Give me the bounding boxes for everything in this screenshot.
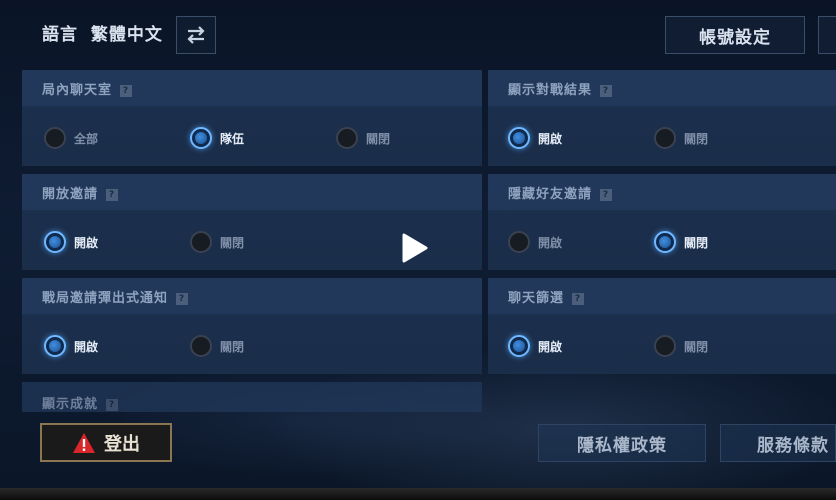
panel-title: 隱藏好友邀請?: [508, 183, 613, 202]
panel-title: 開放邀請?: [42, 183, 119, 202]
panel-show-match-result: 顯示對戰結果? 開啟 關閉: [488, 70, 836, 166]
swap-arrows-icon: [187, 26, 205, 44]
radio-button-selected[interactable]: [508, 335, 530, 357]
bottom-bar: [0, 488, 836, 500]
privacy-policy-button[interactable]: 隱私權政策: [538, 424, 706, 462]
radio-button-selected[interactable]: [190, 127, 212, 149]
terms-of-service-button[interactable]: 服務條款: [720, 424, 836, 462]
edge-button[interactable]: [818, 16, 836, 54]
language-switch-button[interactable]: [176, 16, 216, 54]
radio-button[interactable]: [190, 231, 212, 253]
panel-title-text: 顯示成就: [42, 397, 99, 412]
radio-button-selected[interactable]: [44, 335, 66, 357]
radio-label: 開啟: [74, 339, 99, 354]
panel-title-text: 開放邀請: [42, 187, 99, 202]
radio-option-on[interactable]: 開啟: [508, 333, 562, 359]
help-icon[interactable]: ?: [572, 293, 585, 305]
radio-label: 開啟: [538, 131, 563, 146]
panel-title: 聊天篩選?: [508, 287, 585, 306]
radio-label: 關閉: [684, 235, 709, 250]
radio-option-on[interactable]: 開啟: [508, 125, 562, 151]
panel-title: 顯示對戰結果?: [508, 79, 613, 98]
panel-title-text: 局內聊天室: [42, 83, 113, 98]
radio-label: 關閉: [684, 131, 709, 146]
help-icon[interactable]: ?: [106, 399, 119, 411]
panel-title-text: 聊天篩選: [508, 291, 565, 306]
radio-option-on[interactable]: 開啟: [44, 229, 98, 255]
radio-button-selected[interactable]: [44, 231, 66, 253]
radio-option-off[interactable]: 關閉: [190, 229, 244, 255]
panel-title: 戰局邀請彈出式通知?: [42, 287, 189, 306]
panel-title: 顯示成就?: [42, 393, 119, 412]
panel-title-text: 顯示對戰結果: [508, 83, 593, 98]
radio-label: 開啟: [74, 235, 99, 250]
help-icon[interactable]: ?: [106, 189, 119, 201]
panel-match-invite-popup: 戰局邀請彈出式通知? 開啟 關閉: [22, 278, 482, 374]
help-icon[interactable]: ?: [120, 85, 133, 97]
language-value: 繁體中文: [90, 25, 163, 45]
radio-label: 關閉: [366, 131, 391, 146]
radio-option-on[interactable]: 開啟: [44, 333, 98, 359]
panel-title: 局內聊天室?: [42, 79, 133, 98]
radio-button[interactable]: [654, 127, 676, 149]
account-settings-button[interactable]: 帳號設定: [665, 16, 805, 54]
radio-option-off[interactable]: 關閉: [190, 333, 244, 359]
radio-option-all[interactable]: 全部: [44, 125, 98, 151]
panel-chat-filter: 聊天篩選? 開啟 關閉: [488, 278, 836, 374]
radio-label: 隊伍: [220, 131, 245, 146]
panel-title-text: 戰局邀請彈出式通知: [42, 291, 169, 306]
warning-triangle-icon: [73, 432, 95, 453]
play-icon[interactable]: [398, 232, 430, 264]
radio-button[interactable]: [508, 231, 530, 253]
radio-button-selected[interactable]: [508, 127, 530, 149]
radio-button-selected[interactable]: [654, 231, 676, 253]
help-icon[interactable]: ?: [176, 293, 189, 305]
radio-option-on[interactable]: 開啟: [508, 229, 562, 255]
radio-label: 開啟: [538, 339, 563, 354]
panel-ingame-chat: 局內聊天室? 全部 隊伍 關閉: [22, 70, 482, 166]
radio-button[interactable]: [336, 127, 358, 149]
radio-button[interactable]: [654, 335, 676, 357]
radio-option-off[interactable]: 關閉: [336, 125, 390, 151]
panel-title-text: 隱藏好友邀請: [508, 187, 593, 202]
logout-label: 登出: [104, 433, 140, 455]
panel-show-achievements: 顯示成就?: [22, 382, 482, 412]
radio-option-off[interactable]: 關閉: [654, 333, 708, 359]
radio-option-off[interactable]: 關閉: [654, 229, 708, 255]
radio-button[interactable]: [190, 335, 212, 357]
radio-button[interactable]: [44, 127, 66, 149]
radio-option-team[interactable]: 隊伍: [190, 125, 244, 151]
radio-label: 關閉: [220, 235, 245, 250]
language-setting: 語言 繁體中文: [42, 20, 163, 45]
radio-label: 全部: [74, 131, 99, 146]
help-icon[interactable]: ?: [600, 189, 613, 201]
radio-label: 關閉: [684, 339, 709, 354]
radio-label: 開啟: [538, 235, 563, 250]
logout-button[interactable]: 登出: [40, 423, 172, 462]
help-icon[interactable]: ?: [600, 85, 613, 97]
panel-hide-friend-invite: 隱藏好友邀請? 開啟 關閉: [488, 174, 836, 270]
language-label: 語言: [42, 25, 78, 45]
radio-label: 關閉: [220, 339, 245, 354]
radio-option-off[interactable]: 關閉: [654, 125, 708, 151]
